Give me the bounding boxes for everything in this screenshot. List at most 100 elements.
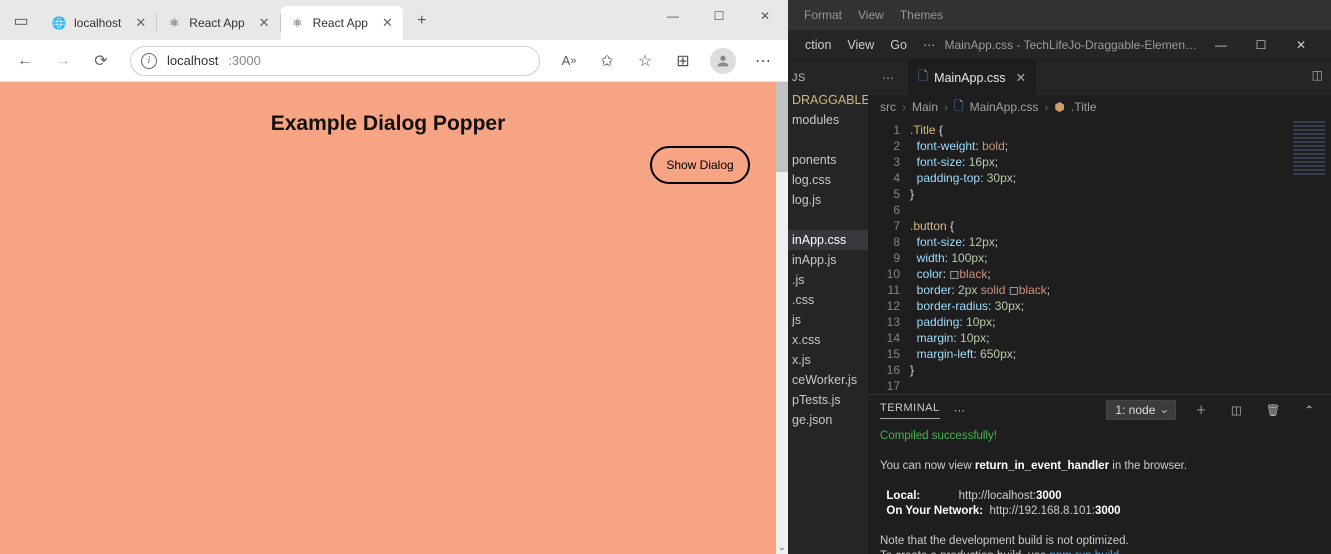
close-tab-icon[interactable]: ✕ (382, 15, 393, 31)
code-lines[interactable]: .Title { font-weight: bold; font-size: 1… (910, 119, 1331, 394)
sidebar-item[interactable]: x.js (788, 350, 868, 370)
terminal-selector[interactable]: 1: node (1106, 400, 1176, 420)
scroll-down-icon[interactable]: ⌄ (776, 540, 788, 554)
crumb-src[interactable]: src (880, 100, 896, 114)
menu-item[interactable]: ction (798, 38, 838, 52)
browser-window: ▭ 🌐localhost✕⚛React App✕⚛React App✕ + ― … (0, 0, 788, 554)
line-gutter: 123456789101112131415161718 (868, 119, 910, 394)
back-button[interactable]: ← (8, 44, 42, 78)
terminal-panel: TERMINAL ⋯ 1: node ＋ ◫ 🗑 ⌃ Compiled succ… (868, 394, 1331, 554)
sidebar-item[interactable]: log.css (788, 170, 868, 190)
code-editor[interactable]: 123456789101112131415161718 .Title { fon… (868, 119, 1331, 394)
forward-button[interactable]: → (46, 44, 80, 78)
refresh-button[interactable]: ⟳ (84, 44, 118, 78)
sidebar-item[interactable]: pTests.js (788, 390, 868, 410)
titlebar-menu-item[interactable]: Format (798, 8, 848, 22)
sidebar-item[interactable]: .js (788, 270, 868, 290)
browser-viewport: Example Dialog Popper Show Dialog ⌄ (0, 82, 788, 554)
sidebar-item[interactable]: .css (788, 290, 868, 310)
minimap[interactable] (1287, 119, 1331, 394)
vscode-top-menubar: Format View Themes (788, 0, 1331, 30)
terminal-tab[interactable]: TERMINAL (880, 402, 940, 419)
address-bar[interactable]: i localhost :3000 (130, 46, 540, 76)
sidebar-item[interactable]: ge.json (788, 410, 868, 430)
favicon-icon: ⚛ (167, 16, 181, 30)
sidebar-item[interactable]: ceWorker.js (788, 370, 868, 390)
tab-label: localhost (74, 16, 121, 30)
read-aloud-icon[interactable]: A» (552, 44, 586, 78)
terminal-more-icon[interactable]: ⋯ (954, 403, 966, 417)
vscode-window: FormatViewThemes ctionViewGo··· MainApp.… (788, 0, 1331, 554)
browser-tab[interactable]: ⚛React App✕ (281, 6, 403, 40)
maximize-terminal-icon[interactable]: ⌃ (1299, 403, 1319, 417)
editor-actions-icon[interactable]: ⋯ (868, 60, 908, 95)
show-dialog-button[interactable]: Show Dialog (650, 146, 750, 184)
sidebar-item[interactable]: ponents (788, 150, 868, 170)
window-controls: ― ☐ ✕ (650, 0, 788, 36)
vertical-scrollbar[interactable]: ⌄ (776, 82, 788, 554)
sidebar-project[interactable]: DRAGGABLE-... (788, 90, 868, 110)
url-host: localhost (167, 53, 218, 68)
crumb-file[interactable]: MainApp.css (970, 100, 1039, 114)
new-tab-button[interactable]: + (407, 6, 437, 36)
sidebar-item[interactable]: js (788, 310, 868, 330)
favorites-bar-icon[interactable]: ☆ (628, 44, 662, 78)
crumb-symbol[interactable]: .Title (1071, 100, 1097, 114)
sidebar-item[interactable]: modules (788, 110, 868, 130)
site-info-icon[interactable]: i (141, 53, 157, 69)
terminal-output[interactable]: Compiled successfully! You can now view … (868, 425, 1331, 554)
close-tab-icon[interactable]: ✕ (259, 15, 270, 31)
vscode-menubar: ctionViewGo··· MainApp.css - TechLifeJo-… (788, 30, 1331, 60)
menu-item[interactable]: ··· (916, 38, 943, 52)
symbol-icon: ⬢ (1054, 100, 1064, 114)
editor-area: ⋯ 🗋 MainApp.css ✕ ◫ src› Main› 🗋 MainApp… (868, 60, 1331, 554)
editor-tab-label: MainApp.css (934, 71, 1006, 85)
css-file-icon: 🗋 (918, 67, 928, 88)
sidebar-item[interactable]: log.js (788, 190, 868, 210)
explorer-sidebar[interactable]: JS DRAGGABLE-... modules ponentslog.cssl… (788, 60, 868, 554)
titlebar-menu-item[interactable]: Themes (894, 8, 949, 22)
tab-label: React App (189, 16, 244, 30)
profile-avatar[interactable] (710, 48, 736, 74)
browser-tab[interactable]: ⚛ React App ✕ (157, 6, 279, 40)
maximize-button[interactable]: ☐ (696, 0, 742, 32)
breadcrumbs[interactable]: src› Main› 🗋 MainApp.css› ⬢ .Title (868, 95, 1331, 119)
minimize-button[interactable]: ― (650, 0, 696, 32)
vscode-close-icon[interactable]: ✕ (1281, 38, 1321, 52)
editor-tab-active[interactable]: 🗋 MainApp.css ✕ (908, 60, 1037, 95)
sidebar-item[interactable]: x.css (788, 330, 868, 350)
more-menu-icon[interactable]: ⋯ (746, 44, 780, 78)
vscode-minimize-icon[interactable]: ― (1201, 38, 1241, 52)
titlebar-menu-item[interactable]: View (852, 8, 890, 22)
kill-terminal-icon[interactable]: 🗑 (1261, 403, 1286, 417)
editor-tabs: ⋯ 🗋 MainApp.css ✕ ◫ (868, 60, 1331, 95)
close-tab-icon[interactable]: ✕ (135, 15, 146, 31)
close-button[interactable]: ✕ (742, 0, 788, 32)
new-terminal-icon[interactable]: ＋ (1190, 402, 1212, 418)
browser-tab[interactable]: 🌐 localhost ✕ (42, 6, 156, 40)
terminal-header: TERMINAL ⋯ 1: node ＋ ◫ 🗑 ⌃ (868, 395, 1331, 425)
sidebar-item[interactable]: inApp.css (788, 230, 868, 250)
page-title: Example Dialog Popper (0, 82, 776, 136)
favorite-icon[interactable]: ✩ (590, 44, 624, 78)
url-port: :3000 (228, 53, 261, 68)
scroll-thumb[interactable] (776, 82, 788, 172)
close-tab-icon[interactable]: ✕ (1016, 70, 1026, 85)
favicon-icon: 🌐 (52, 16, 66, 30)
sidebar-header: JS (788, 66, 868, 90)
app-root: Example Dialog Popper Show Dialog (0, 82, 776, 554)
split-editor-icon[interactable]: ◫ (1312, 68, 1323, 82)
sidebar-item[interactable] (788, 130, 868, 150)
menu-item[interactable]: Go (883, 38, 914, 52)
css-file-icon: 🗋 (954, 97, 964, 118)
tab-actions-icon[interactable]: ▭ (8, 8, 34, 34)
crumb-main[interactable]: Main (912, 100, 938, 114)
tab-label: React App (313, 16, 368, 30)
split-terminal-icon[interactable]: ◫ (1226, 403, 1247, 417)
vscode-window-title: MainApp.css - TechLifeJo-Draggable-Eleme… (944, 38, 1199, 52)
menu-item[interactable]: View (840, 38, 881, 52)
vscode-maximize-icon[interactable]: ☐ (1241, 38, 1281, 52)
sidebar-item[interactable]: inApp.js (788, 250, 868, 270)
collections-icon[interactable]: ⊞ (666, 44, 700, 78)
sidebar-item[interactable] (788, 210, 868, 230)
